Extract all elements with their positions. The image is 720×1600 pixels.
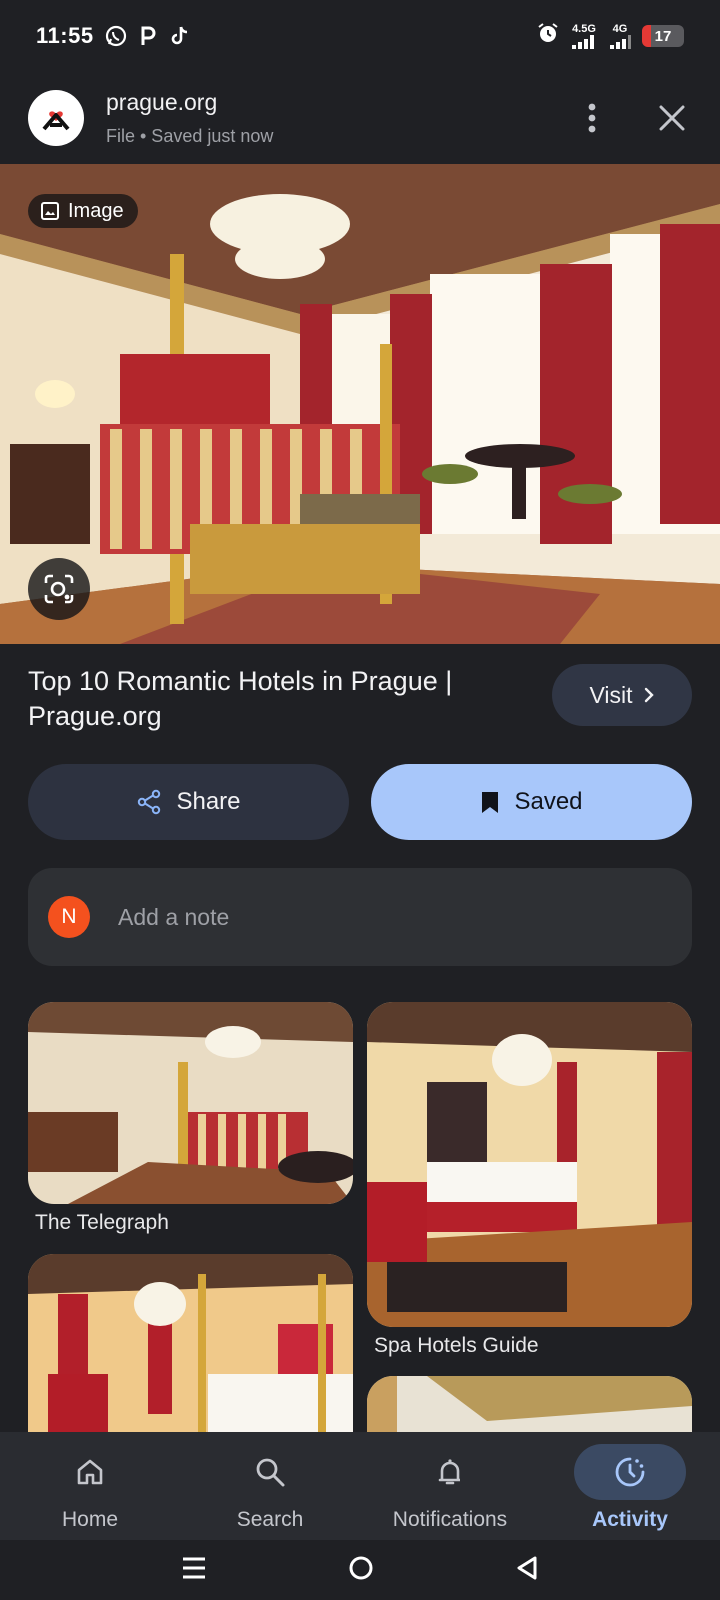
title-row: Top 10 Romantic Hotels in Prague | Pragu… <box>28 664 692 734</box>
home-circle-icon <box>349 1556 373 1579</box>
home-system-button[interactable] <box>348 1555 374 1586</box>
bookmark-icon <box>482 792 499 813</box>
recent-apps-button[interactable] <box>181 1555 207 1586</box>
recent-apps-icon <box>182 1557 205 1578</box>
related-image-card[interactable] <box>28 1254 353 1434</box>
related-image-card[interactable] <box>367 1002 692 1327</box>
visit-button[interactable]: Visit <box>552 664 692 726</box>
pin-header: prague.org File • Saved just now <box>0 72 720 164</box>
whatsapp-icon <box>104 24 128 48</box>
image-icon <box>41 202 59 220</box>
alarm-icon <box>536 21 560 51</box>
action-buttons: Share Saved <box>28 764 692 840</box>
network-indicator-1: 4.5G <box>570 23 598 49</box>
status-time: 11:55 <box>36 23 94 48</box>
site-logo[interactable] <box>28 90 84 146</box>
saved-button[interactable]: Saved <box>371 764 692 840</box>
close-icon <box>659 105 685 131</box>
related-source-label: The Telegraph <box>35 1211 169 1234</box>
image-type-badge: Image <box>28 194 138 228</box>
nav-activity[interactable]: Activity <box>540 1432 720 1540</box>
page-title[interactable]: Top 10 Romantic Hotels in Prague | Pragu… <box>28 664 508 734</box>
site-name[interactable]: prague.org <box>106 89 273 116</box>
close-button[interactable] <box>652 98 692 138</box>
related-image-thumbnail <box>28 1002 353 1204</box>
more-vert-icon <box>588 103 596 133</box>
nav-home-label: Home <box>61 1508 119 1531</box>
status-right: 4.5G 4G 17 <box>536 21 684 51</box>
hotel-room-illustration <box>0 164 720 644</box>
share-icon <box>138 789 161 815</box>
visit-label: Visit <box>589 681 633 708</box>
back-button[interactable] <box>515 1555 539 1586</box>
nav-search[interactable]: Search <box>180 1432 360 1540</box>
nav-activity-label: Activity <box>592 1508 668 1531</box>
related-image-card[interactable] <box>28 1002 353 1204</box>
lens-search-button[interactable] <box>28 558 90 620</box>
nav-notifications[interactable]: Notifications <box>360 1432 540 1540</box>
battery-indicator: 17 <box>642 25 684 47</box>
related-source-label: Spa Hotels Guide <box>374 1334 539 1357</box>
related-image-thumbnail <box>28 1254 353 1434</box>
image-badge-label: Image <box>68 199 124 222</box>
system-navigation-bar <box>0 1540 720 1600</box>
nav-home[interactable]: Home <box>0 1432 180 1540</box>
bell-icon <box>394 1444 506 1500</box>
back-triangle-icon <box>517 1556 537 1579</box>
user-avatar: N <box>48 896 90 938</box>
header-text: prague.org File • Saved just now <box>106 89 273 147</box>
add-note-field[interactable]: N Add a note <box>28 868 692 966</box>
tiktok-icon <box>168 24 192 48</box>
related-image-card[interactable] <box>367 1376 692 1434</box>
saved-label: Saved <box>514 788 583 815</box>
more-options-button[interactable] <box>572 98 612 138</box>
home-icon <box>34 1444 146 1500</box>
activity-icon <box>574 1444 686 1500</box>
search-icon <box>214 1444 326 1500</box>
related-image-thumbnail <box>367 1376 692 1434</box>
nav-search-label: Search <box>236 1508 304 1531</box>
hero-image[interactable]: Image <box>0 164 720 644</box>
share-button[interactable]: Share <box>28 764 349 840</box>
screen: 11:55 4.5G 4G 17 prague.org File • Saved… <box>0 0 720 1600</box>
network-indicator-2: 4G <box>608 23 632 49</box>
p-app-icon <box>136 24 160 48</box>
status-bar: 11:55 4.5G 4G 17 <box>0 0 720 72</box>
save-status: File • Saved just now <box>106 126 274 146</box>
nav-notifications-label: Notifications <box>392 1508 508 1531</box>
bottom-navigation: Home Search Notifications Activity <box>0 1432 720 1540</box>
note-placeholder: Add a note <box>118 903 230 930</box>
share-label: Share <box>176 788 241 815</box>
lens-icon <box>44 574 74 604</box>
chevron-right-icon <box>644 687 654 703</box>
header-actions <box>572 98 692 138</box>
related-image-thumbnail <box>367 1002 692 1327</box>
